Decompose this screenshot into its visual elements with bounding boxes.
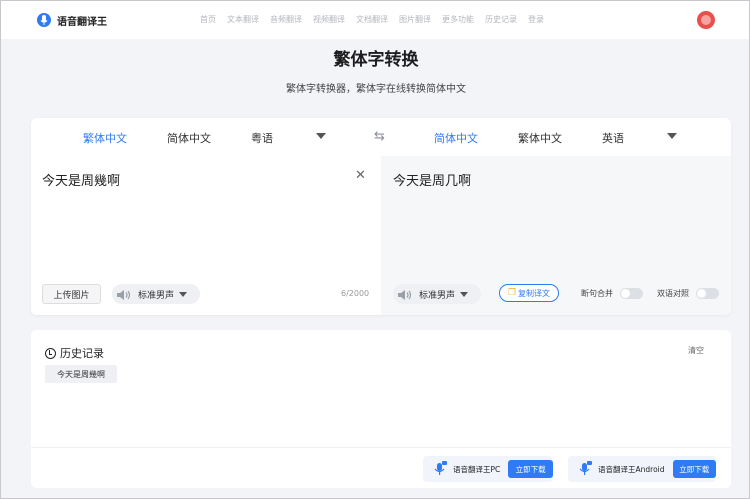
speaker-icon[interactable]	[116, 287, 132, 301]
upload-image-button[interactable]: 上传图片	[42, 284, 101, 304]
copy-translation-label: 复制译文	[518, 288, 551, 298]
copy-icon: ❐	[507, 288, 517, 298]
nav-item-audio-translate[interactable]: 音频翻译	[270, 14, 302, 25]
target-lang-traditional[interactable]: 繁体中文	[518, 130, 562, 146]
history-clock-icon	[45, 347, 56, 359]
history-item[interactable]: 今天是周幾啊	[45, 365, 117, 383]
source-lang-dropdown-icon[interactable]	[316, 133, 326, 139]
speaker-icon[interactable]	[397, 287, 413, 301]
source-lang-cantonese[interactable]: 粤语	[251, 130, 273, 146]
char-counter: 6/2000	[341, 289, 370, 298]
clear-history-button[interactable]: 清空	[688, 345, 704, 356]
bilingual-label: 双语对照	[657, 289, 689, 298]
chevron-down-icon	[179, 291, 188, 297]
clear-icon[interactable]: ✕	[355, 168, 366, 183]
source-voice-select[interactable]: 标准男声	[112, 284, 200, 304]
nav-item-doc-translate[interactable]: 文档翻译	[356, 14, 388, 25]
source-lang-traditional[interactable]: 繁体中文	[83, 130, 127, 146]
download-pc-button[interactable]: 立即下载	[508, 460, 553, 478]
nav-item-history[interactable]: 历史记录	[485, 14, 517, 25]
download-android-name: 语音翻译王Android	[598, 464, 665, 474]
nav-item-text-translate[interactable]: 文本翻译	[227, 14, 259, 25]
download-pc-card: 语音翻译王PC 立即下载	[423, 456, 553, 482]
swap-languages-icon[interactable]: ⇆	[374, 129, 385, 144]
history-card: 历史记录 清空 今天是周幾啊 语音翻译王PC 立即下载 语音翻译王Android…	[31, 330, 731, 488]
source-lang-simplified[interactable]: 简体中文	[167, 130, 211, 146]
main-nav: 首页 文本翻译 音频翻译 视频翻译 文档翻译 图片翻译 更多功能 历史记录 登录	[200, 14, 555, 25]
copy-translation-button[interactable]: ❐ 复制译文	[499, 284, 559, 302]
page-title: 繁体字转换	[333, 50, 419, 70]
history-title: 历史记录	[45, 345, 104, 361]
source-text-input[interactable]: 今天是周幾啊	[42, 170, 120, 189]
download-android-button[interactable]: 立即下载	[672, 460, 716, 478]
history-title-text: 历史记录	[60, 347, 104, 360]
download-pc-name: 语音翻译王PC	[453, 464, 501, 474]
merge-sentences-label: 断句合并	[581, 289, 613, 298]
microphone-app-icon	[578, 461, 592, 477]
target-text-output: 今天是周几啊	[393, 174, 472, 189]
target-lang-dropdown-icon[interactable]	[667, 133, 677, 139]
nav-item-login[interactable]: 登录	[528, 14, 544, 25]
microphone-logo-icon	[37, 12, 51, 28]
download-bar: 语音翻译王PC 立即下载 语音翻译王Android 立即下载	[31, 447, 731, 488]
nav-item-more[interactable]: 更多功能	[442, 14, 474, 25]
download-android-card: 语音翻译王Android 立即下载	[568, 456, 716, 482]
page-subtitle: 繁体字转换器，繁体字在线转换简体中文	[286, 84, 466, 95]
target-voice-select[interactable]: 标准男声	[393, 284, 481, 304]
nav-item-home[interactable]: 首页	[200, 14, 216, 25]
brand-name: 语音翻译王	[57, 16, 107, 28]
chevron-down-icon	[460, 291, 469, 297]
top-navigation-bar: 语音翻译王 首页 文本翻译 音频翻译 视频翻译 文档翻译 图片翻译 更多功能 历…	[1, 1, 749, 39]
source-voice-label: 标准男声	[138, 290, 175, 301]
language-bar: 繁体中文 简体中文 粤语 ⇆ 简体中文 繁体中文 英语	[31, 118, 731, 156]
nav-item-image-translate[interactable]: 图片翻译	[399, 14, 431, 25]
translator-card: 繁体中文 简体中文 粤语 ⇆ 简体中文 繁体中文 英语 今天是周幾啊 ✕ 上传图…	[31, 118, 731, 315]
target-lang-simplified[interactable]: 简体中文	[434, 130, 478, 146]
source-pane: 今天是周幾啊 ✕ 上传图片 标准男声 6/2000	[31, 156, 381, 315]
target-voice-label: 标准男声	[419, 290, 456, 301]
brand-logo[interactable]: 语音翻译王	[37, 12, 107, 28]
target-pane: 今天是周几啊 标准男声 ❐ 复制译文 断句合并 双语对照	[381, 156, 731, 315]
microphone-pc-icon	[433, 461, 447, 477]
nav-item-video-translate[interactable]: 视频翻译	[313, 14, 345, 25]
user-avatar[interactable]	[697, 11, 715, 29]
target-lang-english[interactable]: 英语	[602, 130, 624, 146]
bilingual-toggle[interactable]	[696, 288, 719, 299]
merge-sentences-toggle[interactable]	[620, 288, 643, 299]
